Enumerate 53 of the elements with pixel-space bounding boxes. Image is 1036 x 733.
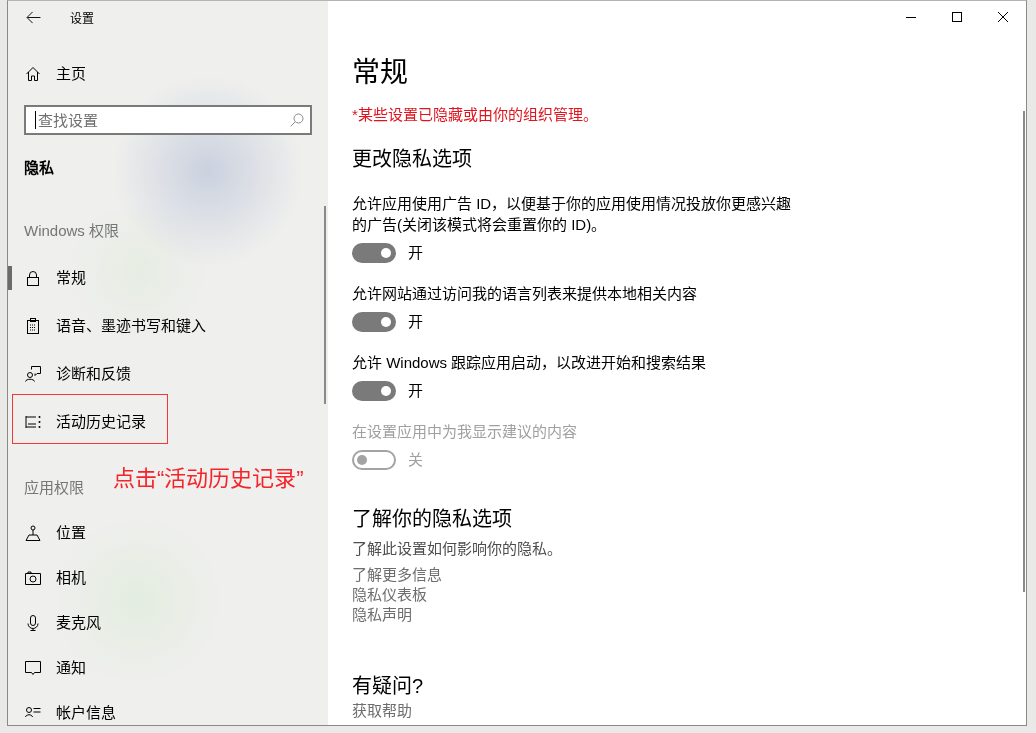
person-pin-icon <box>25 524 41 541</box>
nav-item[interactable]: 诊断和反馈 <box>8 350 328 398</box>
option-description: 允许网站通过访问我的语言列表来提供本地相关内容 <box>352 284 698 304</box>
option-description: 允许 Windows 跟踪应用启动，以改进开始和搜索结果 <box>352 353 708 373</box>
nav-item[interactable]: 麦克风 <box>8 600 328 645</box>
toggle-state-label: 开 <box>408 381 423 401</box>
policy-notice: *某些设置已隐藏或由你的组织管理。 <box>352 105 599 125</box>
section-heading: 更改隐私选项 <box>352 147 473 172</box>
nav-item[interactable]: 位置 <box>8 510 328 555</box>
toggle-state-label: 开 <box>408 312 423 332</box>
category-heading: 隐私 <box>23 158 54 178</box>
speech-bubble-icon <box>25 659 41 676</box>
privacy-link[interactable]: 隐私声明 <box>352 605 412 625</box>
search-field[interactable]: 查找设置 <box>24 105 312 135</box>
toggle-state-label: 关 <box>408 450 423 470</box>
privacy-link[interactable]: 了解更多信息 <box>352 565 442 585</box>
toggle-state-label: 开 <box>408 243 423 263</box>
camera-icon <box>25 569 41 586</box>
nav-item[interactable]: 活动历史记录 <box>8 398 328 446</box>
close-icon <box>998 12 1008 22</box>
section-description: 了解此设置如何影响你的隐私。 <box>352 539 563 559</box>
page-title: 常规 <box>352 56 409 90</box>
group-label: Windows 权限 <box>23 221 120 241</box>
help-link[interactable]: 获取帮助 <box>352 702 412 720</box>
clipboard-icon <box>25 318 41 334</box>
window-title: 设置 <box>70 10 94 26</box>
search-icon <box>290 113 304 127</box>
nav-item[interactable]: 通知 <box>8 645 328 690</box>
nav-item[interactable]: 帐户信息 <box>8 690 328 725</box>
toggle-switch[interactable] <box>352 312 396 332</box>
microphone-icon <box>25 614 41 631</box>
privacy-link[interactable]: 隐私仪表板 <box>352 585 427 605</box>
person-speech-bubble-icon <box>25 366 41 382</box>
toggle-switch[interactable] <box>352 243 396 263</box>
nav-item[interactable]: 语音、墨迹书写和键入 <box>8 302 328 350</box>
left-arrow-icon <box>25 10 41 24</box>
section-heading: 有疑问? <box>352 674 425 699</box>
maximize-icon <box>952 12 962 22</box>
toggle-switch[interactable] <box>352 381 396 401</box>
option-description: 在设置应用中为我显示建议的内容 <box>352 422 578 442</box>
annotation-text: 点击“活动历史记录” <box>113 466 304 492</box>
nav-item[interactable]: 主页 <box>8 50 328 98</box>
option-description: 允许应用使用广告 ID，以便基于你的应用使用情况投放你更感兴趣的广告(关闭该模式将会重置你的 ID)。 <box>352 194 793 235</box>
group-label: 应用权限 <box>23 478 84 498</box>
section-heading: 了解你的隐私选项 <box>352 507 513 532</box>
house-icon <box>25 66 41 82</box>
scroll-bar[interactable] <box>1023 111 1025 592</box>
nav-item[interactable]: 常规 <box>8 254 328 302</box>
timeline-icon <box>25 414 41 430</box>
minimize-icon <box>906 16 916 18</box>
nav-item[interactable]: 相机 <box>8 555 328 600</box>
lock-icon <box>25 270 41 286</box>
scroll-bar[interactable] <box>324 206 326 404</box>
